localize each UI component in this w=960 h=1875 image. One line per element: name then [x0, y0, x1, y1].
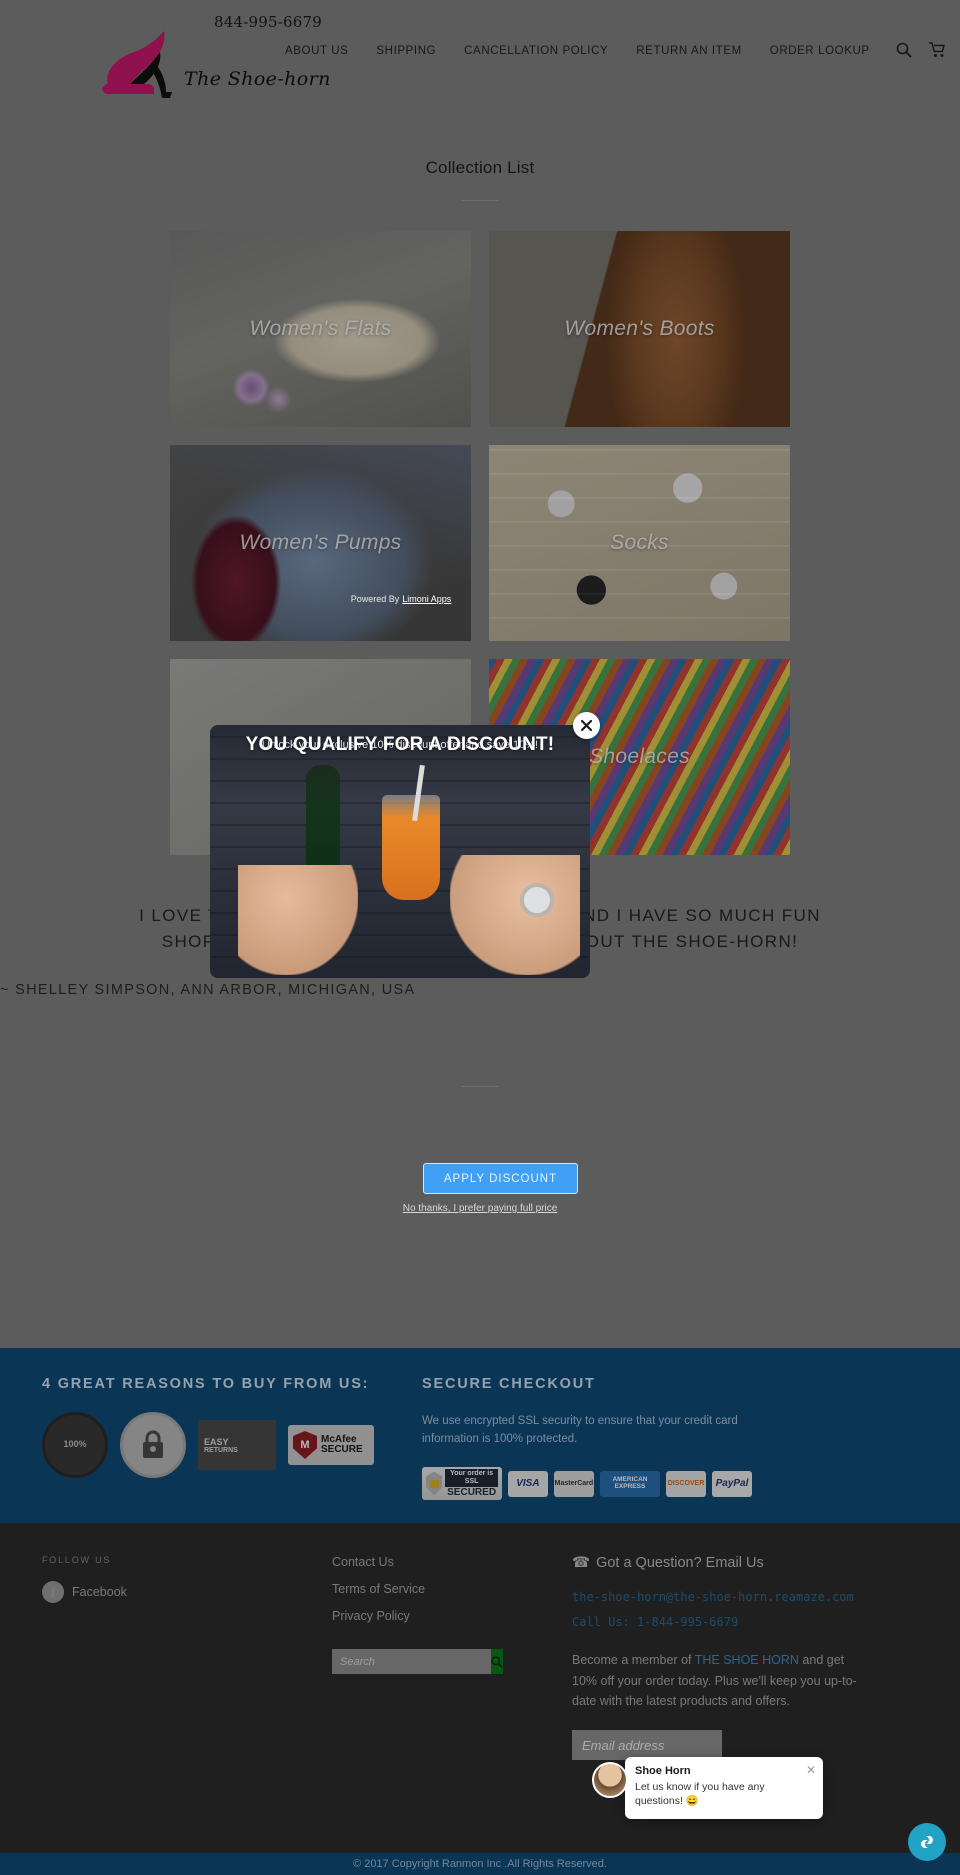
- chat-agent-avatar: [592, 1762, 628, 1798]
- chat-icon: [921, 1836, 933, 1848]
- chat-title: Shoe Horn: [635, 1765, 691, 1777]
- decline-discount-link[interactable]: No thanks, I prefer paying full price: [0, 1203, 960, 1214]
- apply-discount-button[interactable]: APPLY DISCOUNT: [423, 1163, 578, 1194]
- modal-close-button[interactable]: [573, 712, 600, 739]
- chat-launcher-button[interactable]: [908, 1823, 946, 1861]
- wristwatch-image: [520, 883, 554, 917]
- chat-close-button[interactable]: ✕: [806, 1763, 816, 1777]
- limoni-powered-by-text: Powered By: [350, 594, 400, 604]
- cocktail-glass-image: [382, 795, 440, 900]
- limoni-apps-link[interactable]: Limoni Apps: [402, 594, 451, 604]
- limoni-powered-by-bar: Powered By Limoni Apps: [231, 592, 571, 606]
- modal-headline: YOU QUALIFY FOR A DISCOUNT!: [245, 734, 555, 755]
- chat-message: Let us know if you have any questions! 😄: [635, 1781, 765, 1808]
- right-hand-image: [450, 855, 580, 975]
- chat-notification[interactable]: ✕ Shoe Horn Let us know if you have any …: [625, 1757, 823, 1819]
- decline-discount-label: No thanks, I prefer paying full price: [402, 1203, 558, 1214]
- left-hand-image: [238, 865, 358, 975]
- discount-modal: Unlock your exclusive 10% discount offer…: [210, 725, 590, 978]
- close-icon: [580, 719, 593, 732]
